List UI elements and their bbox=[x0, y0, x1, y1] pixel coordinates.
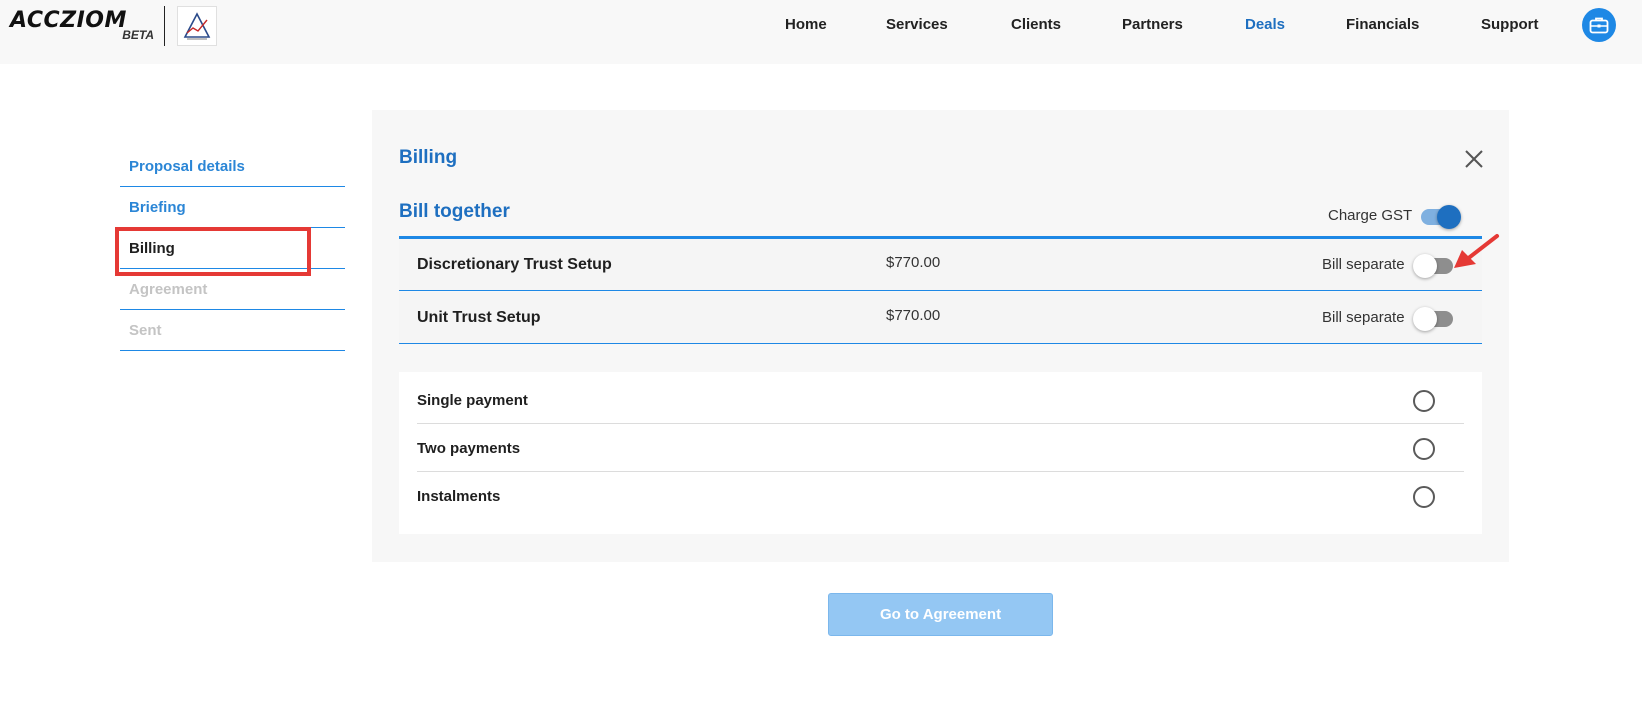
nav-partners[interactable]: Partners bbox=[1122, 16, 1183, 33]
payment-options: Single payment Two payments Instalments bbox=[399, 372, 1482, 534]
bill-separate-toggle[interactable] bbox=[1413, 253, 1455, 278]
payment-option-label: Instalments bbox=[417, 488, 501, 505]
top-header: ACCZIOM BETA Home Services Clients Partn… bbox=[0, 0, 1642, 64]
brand-tag: BETA bbox=[122, 28, 154, 42]
step-briefing[interactable]: Briefing bbox=[120, 187, 345, 228]
bill-row: Unit Trust Setup $770.00 Bill separate bbox=[399, 292, 1482, 344]
billing-panel: Billing Bill together Charge GST Discret… bbox=[372, 110, 1509, 562]
toggle-knob bbox=[1413, 254, 1437, 278]
panel-title: Billing bbox=[399, 147, 458, 168]
nav-deals[interactable]: Deals bbox=[1245, 16, 1285, 33]
brand-name: ACCZIOM bbox=[10, 8, 127, 33]
payment-option-two[interactable]: Two payments bbox=[417, 424, 1464, 472]
payment-option-single[interactable]: Single payment bbox=[417, 376, 1464, 424]
briefcase-icon[interactable] bbox=[1582, 8, 1616, 42]
radio-button[interactable] bbox=[1413, 390, 1435, 412]
toggle-knob bbox=[1413, 307, 1437, 331]
step-sent[interactable]: Sent bbox=[120, 310, 345, 351]
charge-gst-label: Charge GST bbox=[1328, 207, 1413, 224]
bill-separate-label: Bill separate bbox=[1322, 309, 1405, 326]
step-agreement[interactable]: Agreement bbox=[120, 269, 345, 310]
brand-wordmark: ACCZIOM BETA bbox=[10, 6, 156, 46]
service-amount: $770.00 bbox=[886, 307, 941, 324]
service-name: Discretionary Trust Setup bbox=[417, 256, 612, 273]
partner-logo-icon bbox=[177, 6, 217, 46]
radio-button[interactable] bbox=[1413, 486, 1435, 508]
radio-button[interactable] bbox=[1413, 438, 1435, 460]
step-proposal-details[interactable]: Proposal details bbox=[120, 146, 345, 187]
nav-financials[interactable]: Financials bbox=[1346, 16, 1419, 33]
bill-separate-label: Bill separate bbox=[1322, 256, 1405, 273]
brand-logo[interactable]: ACCZIOM BETA bbox=[10, 6, 217, 46]
close-icon[interactable] bbox=[1462, 147, 1486, 171]
nav-home[interactable]: Home bbox=[785, 16, 827, 33]
section-title: Bill together bbox=[399, 201, 510, 222]
bill-separate-toggle[interactable] bbox=[1413, 306, 1455, 331]
nav-support[interactable]: Support bbox=[1481, 16, 1539, 33]
payment-option-label: Single payment bbox=[417, 392, 528, 409]
service-amount: $770.00 bbox=[886, 254, 941, 271]
charge-gst-toggle[interactable] bbox=[1419, 204, 1461, 229]
nav-services[interactable]: Services bbox=[886, 16, 948, 33]
toggle-knob bbox=[1437, 205, 1461, 229]
go-to-agreement-button[interactable]: Go to Agreement bbox=[828, 593, 1053, 636]
proposal-steps: Proposal details Briefing Billing Agreem… bbox=[120, 146, 345, 351]
payment-option-label: Two payments bbox=[417, 440, 521, 457]
nav-clients[interactable]: Clients bbox=[1011, 16, 1061, 33]
logo-divider bbox=[164, 6, 165, 46]
payment-option-instalments[interactable]: Instalments bbox=[417, 472, 1464, 520]
step-billing[interactable]: Billing bbox=[120, 228, 345, 269]
bill-row: Discretionary Trust Setup $770.00 Bill s… bbox=[399, 239, 1482, 291]
service-name: Unit Trust Setup bbox=[417, 309, 541, 326]
